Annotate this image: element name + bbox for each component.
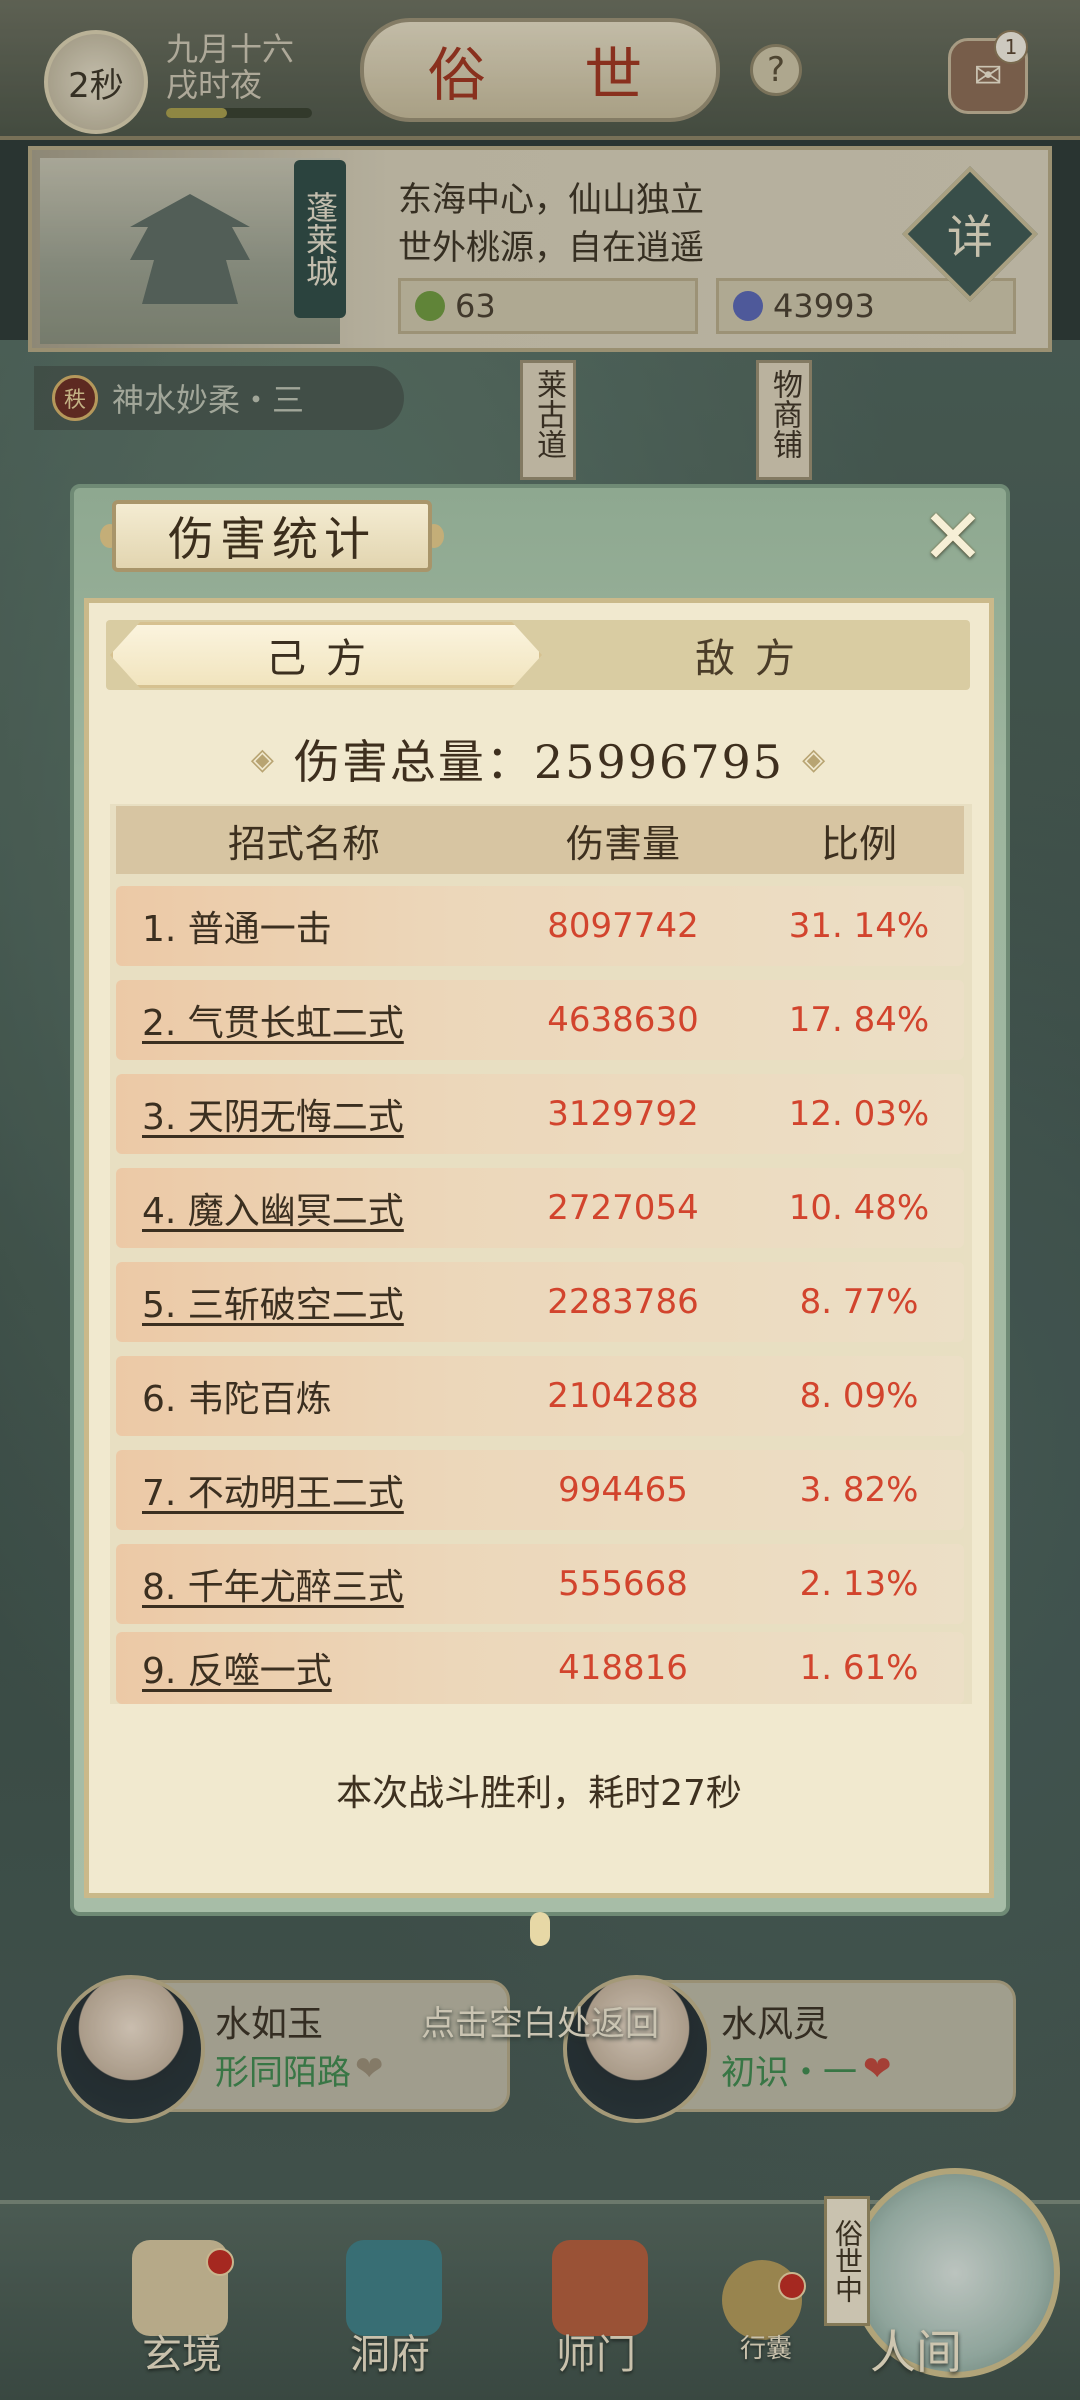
skill-name-link[interactable]: 9. 反噬一式 [116, 1642, 492, 1694]
skill-damage: 4638630 [547, 1000, 699, 1040]
table-row[interactable]: 3. 天阴无悔二式 3129792 12. 03% [116, 1074, 964, 1154]
skill-damage: 3129792 [547, 1094, 699, 1134]
skill-damage: 8097742 [547, 906, 699, 946]
column-header-damage: 伤害量 [565, 821, 680, 866]
table-row[interactable]: 2. 气贯长虹二式 4638630 17. 84% [116, 980, 964, 1060]
skill-ratio: 8. 77% [799, 1282, 919, 1322]
skill-damage: 994465 [558, 1470, 688, 1510]
skill-ratio: 2. 13% [799, 1564, 919, 1604]
skill-ratio: 12. 03% [788, 1094, 930, 1134]
total-damage: ◈ 伤害总量：25996795 ◈ [110, 714, 968, 804]
table-row[interactable]: 9. 反噬一式 418816 1. 61% [116, 1632, 964, 1704]
skill-ratio: 10. 48% [788, 1188, 930, 1228]
table-row[interactable]: 4. 魔入幽冥二式 2727054 10. 48% [116, 1168, 964, 1248]
skill-ratio: 17. 84% [788, 1000, 930, 1040]
table-row: 1. 普通一击 8097742 31. 14% [116, 886, 964, 966]
table-row[interactable]: 5. 三斩破空二式 2283786 8. 77% [116, 1262, 964, 1342]
table-row[interactable]: 7. 不动明王二式 994465 3. 82% [116, 1450, 964, 1530]
diamond-ornament-icon: ◈ [250, 741, 276, 777]
close-button[interactable]: ✕ [916, 499, 990, 575]
skill-ratio: 1. 61% [799, 1648, 919, 1688]
skill-damage: 2283786 [547, 1282, 699, 1322]
diamond-ornament-icon: ◈ [802, 741, 828, 777]
skill-ratio: 31. 14% [788, 906, 930, 946]
skill-name-link[interactable]: 2. 气贯长虹二式 [116, 994, 492, 1046]
dialog-pin-ornament [530, 1912, 550, 1946]
skill-ratio: 3. 82% [799, 1470, 919, 1510]
skill-name-link[interactable]: 5. 三斩破空二式 [116, 1276, 492, 1328]
table-row: 6. 韦陀百炼 2104288 8. 09% [116, 1356, 964, 1436]
total-damage-label: 伤害总量：25996795 [293, 735, 785, 789]
tab-own-side[interactable]: 己方 [110, 622, 542, 688]
skill-name: 6. 韦陀百炼 [142, 1379, 332, 1420]
skill-name-link[interactable]: 3. 天阴无悔二式 [116, 1088, 492, 1140]
table-row[interactable]: 8. 千年尤醉三式 555668 2. 13% [116, 1544, 964, 1624]
skill-damage: 418816 [558, 1648, 688, 1688]
tab-enemy-side[interactable]: 敌方 [540, 622, 970, 688]
skill-damage: 2104288 [547, 1376, 699, 1416]
skill-name: 1. 普通一击 [142, 909, 332, 950]
column-header-skill: 招式名称 [227, 821, 380, 866]
skill-ratio: 8. 09% [799, 1376, 919, 1416]
skill-damage: 2727054 [547, 1188, 699, 1228]
dialog-title: 伤害统计 [112, 500, 432, 572]
battle-result: 本次战斗胜利，耗时27秒 [336, 1773, 742, 1814]
skill-damage: 555668 [558, 1564, 688, 1604]
table-header: 招式名称 伤害量 比例 [116, 806, 964, 874]
skill-name-link[interactable]: 7. 不动明王二式 [116, 1464, 492, 1516]
skill-name-link[interactable]: 8. 千年尤醉三式 [116, 1558, 492, 1610]
skill-name-link[interactable]: 4. 魔入幽冥二式 [116, 1182, 492, 1234]
column-header-ratio: 比例 [820, 821, 897, 866]
